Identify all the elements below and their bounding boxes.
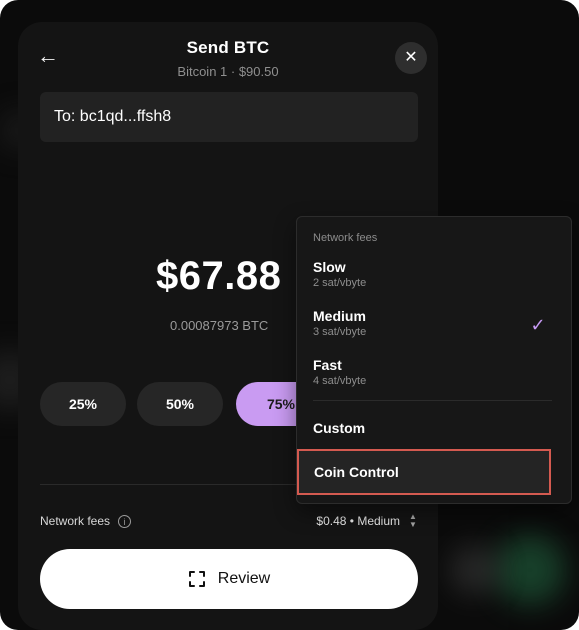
preset-25-button[interactable]: 25% [40,382,126,426]
network-fees-selector[interactable]: $0.48 • Medium ▲ ▼ [316,513,418,529]
usd-amount: $67.88 [156,254,282,298]
fee-option-fast[interactable]: Fast 4 sat/vbyte [313,357,553,388]
background-blur-blob [495,535,565,605]
fee-option-name: Medium [313,308,366,324]
btc-amount: 0.00087973 BTC [170,318,269,333]
coin-control-option[interactable]: Coin Control [297,449,551,495]
recipient-field[interactable]: To: bc1qd...ffsh8 [40,92,418,142]
custom-fee-option[interactable]: Custom [313,420,365,436]
fee-option-name: Slow [313,259,346,275]
app-stage: ← Send BTC Bitcoin 1 · $90.50 ✕ To: bc1q… [0,0,579,630]
fee-option-rate: 3 sat/vbyte [313,326,367,338]
network-fees-value: $0.48 • Medium [316,514,400,528]
dropdown-divider [313,400,552,401]
page-title: Send BTC [186,38,270,57]
recipient-value: To: bc1qd...ffsh8 [54,108,172,125]
coin-control-label: Coin Control [314,464,399,480]
fee-option-rate: 4 sat/vbyte [313,375,367,387]
chevron-down-icon: ▼ [409,520,417,529]
check-icon: ✓ [530,315,546,335]
fee-option-slow[interactable]: Slow 2 sat/vbyte [313,259,553,290]
network-fees-row: Network fees i $0.48 • Medium ▲ ▼ [40,509,418,533]
review-label: Review [217,570,271,587]
dropdown-title: Network fees [313,232,378,244]
network-fees-dropdown: Network fees Slow 2 sat/vbyte Medium 3 s… [296,216,572,504]
info-icon[interactable]: i [118,514,132,528]
up-down-chevron-icon: ▲ ▼ [408,513,418,529]
network-fees-label: Network fees [40,514,111,528]
preset-50-button[interactable]: 50% [137,382,223,426]
fee-option-medium[interactable]: Medium 3 sat/vbyte [313,308,553,339]
page-subtitle: Bitcoin 1 · $90.50 [177,64,279,79]
close-button[interactable]: ✕ [395,42,427,74]
network-fees-label-group: Network fees i [40,514,132,528]
fee-option-rate: 2 sat/vbyte [313,277,367,289]
scan-icon [188,570,206,588]
background-blur-blob [450,545,500,595]
close-icon: ✕ [404,49,418,66]
fee-option-name: Fast [313,357,342,373]
review-button[interactable]: Review [40,549,418,609]
